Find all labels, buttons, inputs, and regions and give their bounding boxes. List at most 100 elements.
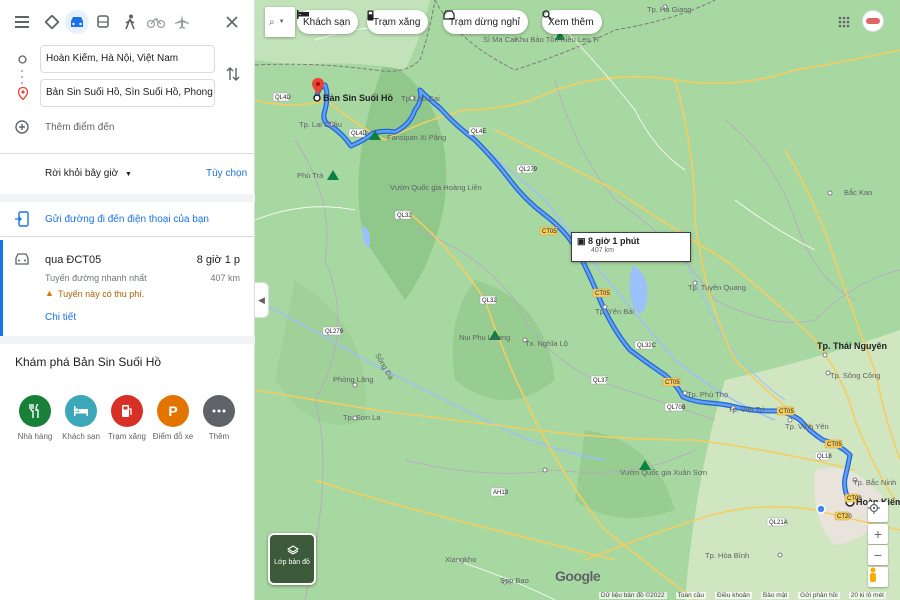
restaurant-icon [19, 395, 51, 427]
category-more[interactable]: Thêm [199, 395, 239, 441]
walk-icon[interactable] [118, 10, 142, 34]
place-label: Nui Phu Lương [459, 333, 510, 342]
google-logo: Google [555, 568, 601, 584]
chip-gas-stations[interactable]: Trạm xăng [367, 10, 429, 34]
close-icon[interactable] [220, 10, 244, 34]
place-label: Tp. Hòa Bình [705, 551, 749, 560]
depart-time-dropdown[interactable]: Rời khỏi bây giờ ▼ [45, 168, 132, 179]
collapse-panel-button[interactable]: ◀ [255, 282, 269, 318]
route-via: qua ĐCT05 [45, 254, 102, 266]
section-divider [0, 336, 255, 344]
place-label: Xiangkho [445, 555, 476, 564]
svg-text:QL18: QL18 [817, 454, 832, 460]
route-time: 8 giờ 1 p [196, 254, 240, 266]
filter-menu-button[interactable]: ⌕ ▼ [265, 7, 295, 37]
route-toll-warning: Tuyến này có thu phí. [58, 289, 145, 299]
origin-circle-icon [18, 55, 27, 64]
map-footer: Dữ liệu bản đồ ©2022 Toàn cầu Điều khoản… [255, 590, 900, 600]
place-label: Sì Ma Cai [483, 35, 516, 44]
zoom-in-button[interactable]: + [868, 524, 888, 544]
route-details-link[interactable]: Chi tiết [45, 312, 76, 323]
chip-label: Khách sạn [303, 16, 351, 28]
svg-text:QL279: QL279 [519, 167, 538, 173]
pegman-icon [870, 567, 876, 582]
travel-mode-bar [8, 10, 248, 34]
svg-text:CT05: CT05 [542, 229, 557, 235]
divider [0, 153, 255, 154]
footer-privacy[interactable]: Bảo mật [760, 591, 790, 599]
svg-text:QL32C: QL32C [637, 343, 657, 349]
zoom-out-button[interactable]: − [868, 545, 888, 565]
crosshair-icon [868, 502, 880, 514]
bike-icon[interactable] [144, 10, 168, 34]
chevron-left-icon: ◀ [258, 294, 265, 305]
destination-pin-icon [18, 87, 28, 100]
category-hotels[interactable]: Khách sạn [61, 395, 101, 441]
search-icon [542, 10, 552, 20]
svg-text:QL21A: QL21A [769, 520, 788, 526]
my-location-dot [816, 504, 826, 514]
place-label: Tx. Nghĩa Lộ [525, 339, 568, 348]
place-label: Bắc Kan [844, 188, 872, 197]
chip-hotels[interactable]: Khách sạn [297, 10, 359, 34]
category-restaurants[interactable]: Nhà hàng [15, 395, 55, 441]
apps-grid-icon[interactable] [838, 16, 850, 28]
car-icon[interactable] [65, 10, 89, 34]
chip-rest-stops[interactable]: Trạm dừng nghỉ [443, 10, 528, 34]
options-button[interactable]: Tùy chọn [206, 168, 247, 179]
park-icon [327, 170, 339, 180]
category-parking[interactable]: P Điểm đỗ xe [153, 395, 193, 441]
street-view-pegman[interactable] [868, 567, 888, 587]
svg-text:CT05: CT05 [827, 442, 842, 448]
send-to-phone-link[interactable]: Gửi đường đi đến điện thoại của bạn [45, 214, 209, 225]
place-label: Khu Bảo Tồn Kiều Leo Tí [515, 35, 600, 44]
place-label: Tp. Lào Cai [401, 94, 440, 103]
route-subtitle: Tuyến đường nhanh nhất [45, 273, 147, 283]
chevron-down-icon: ▼ [278, 19, 285, 25]
plus-icon: + [873, 526, 883, 542]
layers-icon [287, 545, 299, 555]
avatar[interactable] [862, 10, 884, 32]
footer-scale[interactable]: 20 ki lô mét [848, 591, 886, 599]
parking-icon: P [157, 395, 189, 427]
hotel-icon [297, 10, 309, 19]
car-icon: ▣ [577, 236, 586, 246]
route-info-box[interactable]: ▣ 8 giờ 1 phút 407 km [571, 232, 691, 262]
place-label: Tp. Yên Bái [595, 307, 634, 316]
chip-label: Trạm xăng [373, 16, 421, 28]
best-route-icon[interactable] [40, 10, 64, 34]
svg-text:QL32: QL32 [482, 298, 497, 304]
place-label: Tp. Sông Công [830, 371, 880, 380]
footer-feedback[interactable]: Gửi phản hồi [798, 591, 840, 599]
map-layers-button[interactable]: Lớp bản đồ [268, 533, 316, 585]
route-box-distance: 407 km [591, 247, 614, 254]
svg-text:QL4D: QL4D [351, 131, 367, 137]
car-icon [443, 10, 455, 20]
svg-text:CT05: CT05 [665, 380, 680, 386]
route-box-time: 8 giờ 1 phút [588, 236, 640, 246]
menu-icon[interactable] [10, 10, 34, 34]
footer-global[interactable]: Toàn cầu [675, 591, 707, 599]
my-location-button[interactable] [868, 502, 888, 522]
flight-icon[interactable] [170, 10, 194, 34]
footer-terms[interactable]: Điều khoản [715, 591, 752, 599]
origin-input[interactable]: Hoàn Kiếm, Hà Nội, Việt Nam [40, 45, 215, 73]
svg-text:QL70B: QL70B [667, 405, 686, 411]
destination-input[interactable]: Bản Sin Suối Hồ, Sìn Suối Hồ, Phong Thổ [40, 79, 215, 107]
map-canvas[interactable]: Tp. Hà Giang Sì Ma Cai Khu Bảo Tồn Kiều … [255, 0, 900, 600]
place-label: Sông Đà [373, 352, 396, 382]
svg-text:QL4D: QL4D [275, 95, 291, 101]
add-destination-button[interactable]: Thêm điểm đến [45, 122, 114, 133]
add-destination-icon[interactable] [15, 120, 29, 134]
chip-label: Trạm dừng nghỉ [449, 16, 520, 28]
category-gas-stations[interactable]: Trạm xăng [107, 395, 147, 441]
swap-icon[interactable] [226, 66, 240, 82]
explore-title: Khám phá Bản Sin Suối Hồ [15, 355, 162, 369]
chip-more[interactable]: Xem thêm [542, 10, 602, 34]
route-card[interactable]: qua ĐCT05 8 giờ 1 p Tuyến đường nhanh nh… [0, 240, 255, 336]
route-dots-icon [21, 70, 23, 84]
place-label: Tp. Thái Nguyên [817, 341, 887, 351]
transit-icon[interactable] [91, 10, 115, 34]
more-icon [203, 395, 235, 427]
hotel-icon [65, 395, 97, 427]
